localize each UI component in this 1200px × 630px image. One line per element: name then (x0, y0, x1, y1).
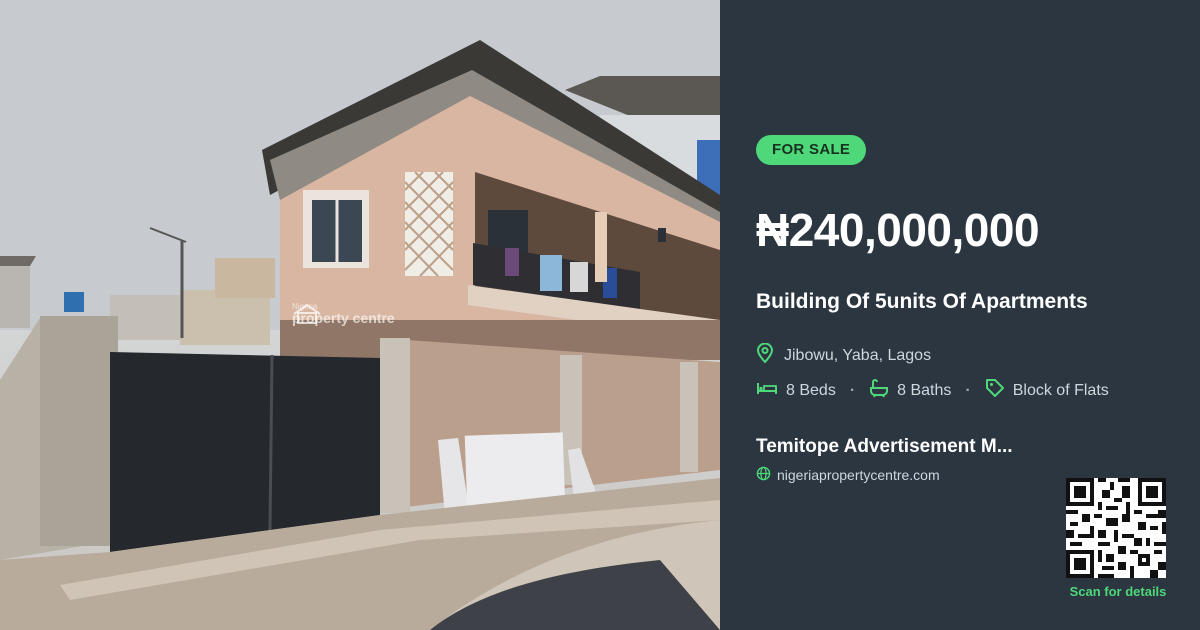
property-photo: Nigeria property centre (0, 0, 720, 630)
listing-features: 8 Beds · 8 Baths · Block of Flats (756, 378, 1109, 403)
feature-separator: · (849, 381, 856, 399)
listing-location: Jibowu, Yaba, Lagos (756, 342, 932, 368)
listing-title: Building Of 5units Of Apartments (756, 290, 1088, 313)
status-badge: FOR SALE (756, 135, 867, 165)
baths-text: 8 Baths (897, 381, 952, 399)
qr-code-icon (1066, 478, 1166, 578)
baths-feature: 8 Baths (869, 378, 951, 403)
house-logo-icon (293, 303, 321, 324)
listing-info-panel: FOR SALE ₦240,000,000 Building Of 5units… (720, 0, 1200, 630)
location-text: Jibowu, Yaba, Lagos (784, 346, 932, 364)
map-pin-icon (756, 342, 774, 368)
website-text[interactable]: nigeriapropertycentre.com (777, 467, 940, 483)
beds-feature: 8 Beds (756, 380, 836, 401)
feature-separator: · (965, 381, 971, 399)
agent-name: Temitope Advertisement M... (756, 436, 1013, 457)
property-type-text: Block of Flats (1012, 381, 1109, 399)
agent-website[interactable]: nigeriapropertycentre.com (756, 466, 940, 484)
type-feature: Block of Flats (985, 378, 1109, 403)
listing-price: ₦240,000,000 (756, 204, 1040, 256)
qr-code[interactable] (1066, 478, 1166, 578)
globe-icon (756, 466, 771, 484)
qr-caption: Scan for details (1069, 584, 1167, 599)
watermark: Nigeria property centre (292, 303, 395, 326)
tag-icon (985, 378, 1005, 403)
beds-text: 8 Beds (786, 381, 836, 399)
bathtub-icon (869, 378, 889, 403)
bed-icon (756, 380, 778, 401)
